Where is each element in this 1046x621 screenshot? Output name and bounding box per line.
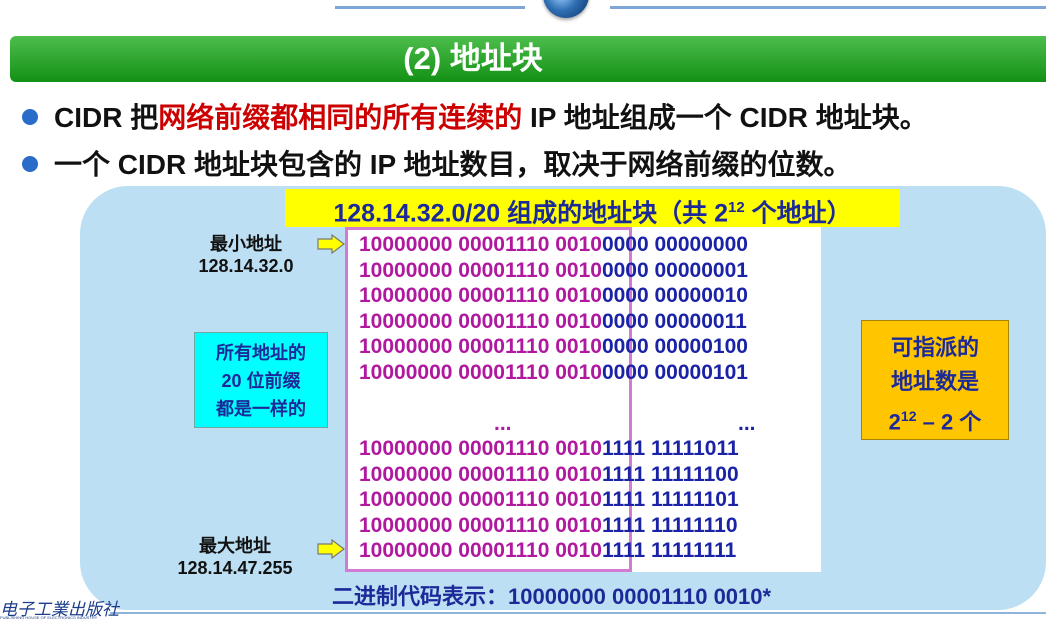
binary-row-prefix: 10000000 00001110 0010 bbox=[359, 335, 602, 358]
bullet-1-pre: CIDR 把 bbox=[54, 102, 159, 133]
binary-row-host: 1111 11111101 bbox=[601, 488, 739, 511]
binary-row-host: 1111 11111110 bbox=[601, 514, 738, 537]
bullet-dot-icon bbox=[22, 155, 38, 172]
binary-row-host: 0000 00000011 bbox=[601, 310, 747, 333]
binary-row-prefix: 10000000 00001110 0010 bbox=[359, 514, 602, 537]
assignable-exp: 12 bbox=[900, 408, 917, 424]
max-arrow-icon bbox=[317, 539, 345, 559]
bullet-1-post: IP 地址组成一个 CIDR 地址块。 bbox=[522, 102, 928, 133]
block-header-post: 个地址） bbox=[744, 199, 852, 228]
binary-row-host: 1111 11111111 bbox=[601, 539, 737, 562]
binary-row-prefix: 10000000 00001110 0010 bbox=[359, 361, 602, 384]
max-address-title: 最大地址 bbox=[199, 536, 271, 556]
top-rule-left bbox=[335, 6, 525, 9]
binary-row-host: 0000 00000010 bbox=[601, 284, 748, 307]
binary-row: 10000000 00001110 00101111 11111100 bbox=[359, 462, 739, 488]
binary-row: 10000000 00001110 00100000 00000010 bbox=[359, 283, 748, 309]
binary-row: 10000000 00001110 00100000 00000011 bbox=[359, 309, 747, 335]
prefix-note: 所有地址的 20 位前缀 都是一样的 bbox=[194, 332, 328, 428]
binary-row: 10000000 00001110 00101111 11111011 bbox=[359, 436, 739, 462]
ellipsis-prefix: ... bbox=[494, 412, 512, 435]
binary-row: 10000000 00001110 00100000 00000001 bbox=[359, 258, 748, 284]
min-address-title: 最小地址 bbox=[210, 234, 282, 254]
bullet-2: 一个 CIDR 地址块包含的 IP 地址数目，取决于网络前缀的位数。 bbox=[22, 148, 852, 182]
binary-row-host: 1111 11111011 bbox=[601, 437, 739, 460]
ellipsis-host: ... bbox=[738, 412, 756, 435]
min-address-value: 128.14.32.0 bbox=[198, 256, 294, 276]
binary-row-prefix: 10000000 00001110 0010 bbox=[359, 488, 602, 511]
binary-row: 10000000 00001110 00101111 11111101 bbox=[359, 487, 739, 513]
min-arrow-icon bbox=[317, 234, 345, 254]
block-header: 128.14.32.0/20 组成的地址块（共 212 个地址） bbox=[285, 189, 900, 227]
max-address-value: 128.14.47.255 bbox=[177, 558, 293, 578]
prefix-note-line-2: 20 位前缀 bbox=[221, 371, 301, 391]
prefix-note-line-1: 所有地址的 bbox=[216, 343, 306, 363]
min-address-label: 最小地址 128.14.32.0 bbox=[186, 233, 306, 277]
bullet-1-highlight: 网络前缀都相同的所有连续的 bbox=[158, 102, 523, 133]
binary-row-host: 0000 00000101 bbox=[601, 361, 748, 384]
block-header-pre: 128.14.32.0/20 组成的地址块（共 2 bbox=[333, 199, 728, 228]
bullet-dot-icon bbox=[22, 108, 38, 125]
binary-row-prefix: 10000000 00001110 0010 bbox=[359, 259, 602, 282]
assignable-count-note: 可指派的 地址数是 212 – 2 个 bbox=[861, 320, 1009, 440]
bullet-2-text: 一个 CIDR 地址块包含的 IP 地址数目，取决于网络前缀的位数。 bbox=[54, 149, 852, 180]
binary-row-prefix: 10000000 00001110 0010 bbox=[359, 437, 602, 460]
binary-row-prefix: 10000000 00001110 0010 bbox=[359, 233, 602, 256]
assignable-base: 2 bbox=[888, 409, 901, 435]
max-address-label: 最大地址 128.14.47.255 bbox=[160, 535, 310, 579]
binary-row-prefix: 10000000 00001110 0010 bbox=[359, 284, 602, 307]
binary-row: 10000000 00001110 00100000 00000000 bbox=[359, 232, 748, 258]
binary-row-prefix: 10000000 00001110 0010 bbox=[359, 310, 602, 333]
binary-row: 10000000 00001110 00101111 11111111 bbox=[359, 538, 736, 564]
block-header-exp: 12 bbox=[727, 199, 745, 216]
bullet-1: CIDR 把网络前缀都相同的所有连续的 IP 地址组成一个 CIDR 地址块。 bbox=[22, 101, 928, 135]
binary-row-host: 1111 11111100 bbox=[601, 463, 739, 486]
slide-title: (2) 地址块 bbox=[10, 36, 1046, 82]
binary-row-prefix: 10000000 00001110 0010 bbox=[359, 539, 602, 562]
binary-row-host: 0000 00000001 bbox=[601, 259, 748, 282]
binary-row-prefix: 10000000 00001110 0010 bbox=[359, 463, 602, 486]
assignable-line-2: 地址数是 bbox=[890, 369, 979, 394]
assignable-post: – 2 个 bbox=[916, 409, 982, 435]
binary-representation: 二进制代码表示：10000000 00001110 0010* bbox=[332, 584, 772, 609]
binary-row: 10000000 00001110 00101111 11111110 bbox=[359, 513, 738, 539]
bottom-rule bbox=[110, 612, 1046, 614]
binary-row: 10000000 00001110 00100000 00000100 bbox=[359, 334, 748, 360]
binary-row-host: 0000 00000100 bbox=[601, 335, 748, 358]
binary-row-host: 0000 00000000 bbox=[601, 233, 748, 256]
publisher-subtitle: PUBLISHING HOUSE OF ELECTRONICS INDUSTRY bbox=[0, 615, 98, 620]
assignable-line-3: 212 – 2 个 bbox=[862, 399, 1008, 439]
globe-icon bbox=[543, 0, 589, 18]
top-rule-right bbox=[610, 6, 1046, 9]
binary-row: 10000000 00001110 00100000 00000101 bbox=[359, 360, 748, 386]
assignable-line-1: 可指派的 bbox=[890, 335, 979, 360]
prefix-note-line-3: 都是一样的 bbox=[216, 399, 306, 419]
